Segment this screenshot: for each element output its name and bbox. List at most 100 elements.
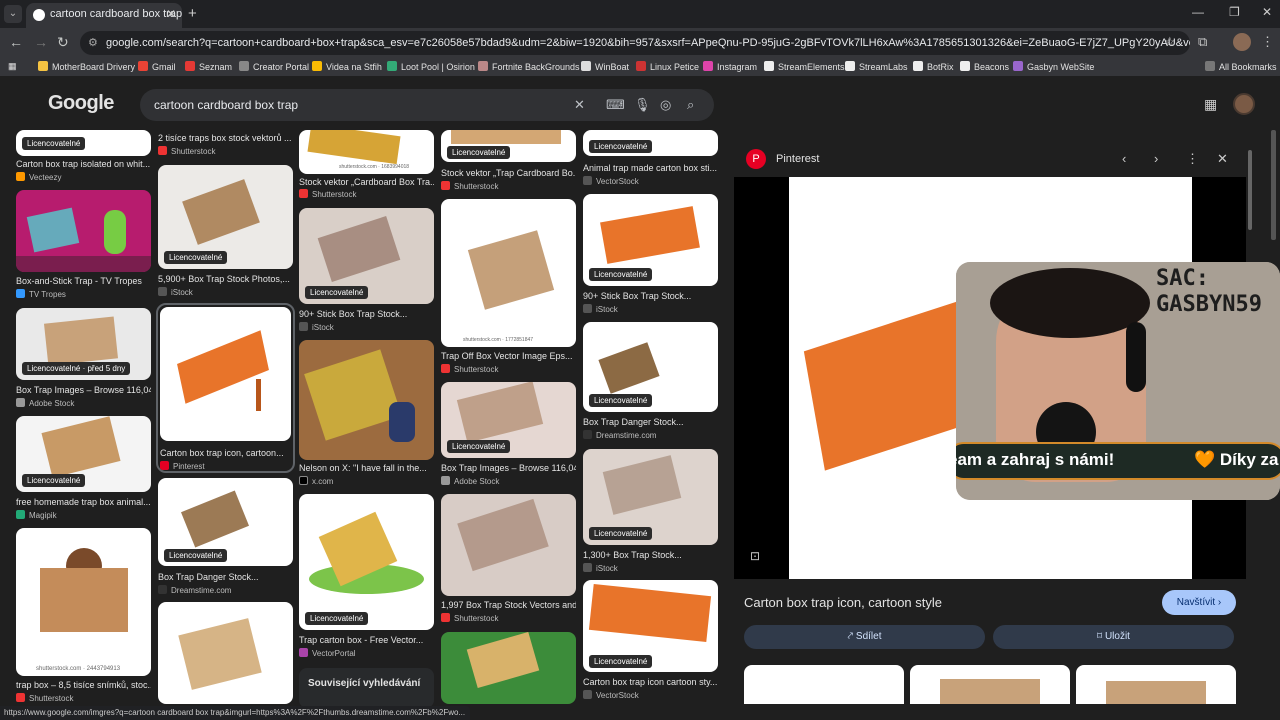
bookmark-item[interactable]: Seznam: [185, 61, 232, 72]
bookmark-item[interactable]: Loot Pool | Osirion: [387, 61, 475, 72]
visit-button[interactable]: Navštívit ›: [1162, 590, 1236, 615]
image-card[interactable]: Licencovatelné Box Trap Danger Stock... …: [583, 322, 718, 442]
back-icon[interactable]: ←: [9, 34, 23, 50]
keyboard-icon[interactable]: ⌨: [606, 89, 625, 121]
save-button[interactable]: ⌑ Uložit: [993, 625, 1234, 649]
related-image[interactable]: [1076, 665, 1236, 704]
related-image[interactable]: [744, 665, 904, 704]
license-badge: Licencovatelné: [589, 140, 653, 153]
search-icon[interactable]: ⌕: [687, 89, 694, 121]
profile-avatar[interactable]: [1233, 33, 1251, 51]
image-title: Nelson on X: "I have fall in the...: [299, 463, 427, 473]
page-scrollbar[interactable]: [1271, 130, 1276, 240]
bookmark-item[interactable]: Linux Petice: [636, 61, 699, 72]
bookmark-item[interactable]: BotRix: [913, 61, 954, 72]
image-card[interactable]: Nelson on X: "I have fall in the... x.co…: [299, 340, 434, 488]
bookmark-item[interactable]: Gmail: [138, 61, 176, 72]
reload-icon[interactable]: ↻: [57, 34, 69, 51]
image-title: 5,900+ Box Trap Stock Photos,...: [158, 274, 290, 284]
related-searches[interactable]: Související vyhledávání: [299, 668, 434, 708]
image-card[interactable]: Licencovatelné Box Trap Danger Stock... …: [158, 478, 293, 596]
panel-source[interactable]: Pinterest: [776, 153, 819, 165]
image-card[interactable]: Licencovatelné 90+ Stick Box Trap Stock.…: [583, 194, 718, 316]
bookmark-item[interactable]: StreamLabs: [845, 61, 908, 72]
image-card[interactable]: Licencovatelné 1,300+ Box Trap Stock... …: [583, 449, 718, 573]
lens-icon[interactable]: ◎: [660, 89, 671, 121]
image-card[interactable]: Licencovatelné Carton box trap isolated …: [16, 130, 151, 185]
image-card[interactable]: [158, 602, 293, 704]
bookmark-star-icon[interactable]: ☆: [1164, 34, 1176, 50]
new-tab-button[interactable]: +: [188, 5, 197, 22]
tab-title: cartoon cardboard box trap - Hl: [50, 8, 182, 20]
image-title: 90+ Stick Box Trap Stock...: [299, 309, 408, 319]
image-card[interactable]: Box-and-Stick Trap - TV Tropes TV Tropes: [16, 190, 151, 302]
image-card[interactable]: Licencovatelné 5,900+ Box Trap Stock Pho…: [158, 165, 293, 299]
bookmark-item[interactable]: Fortnite BackGrounds: [478, 61, 580, 72]
bookmark-item[interactable]: Creator Portal: [239, 61, 309, 72]
bookmark-item[interactable]: Gasbyn WebSite: [1013, 61, 1094, 72]
browser-tab[interactable]: cartoon cardboard box trap - Hl ✕: [26, 3, 182, 28]
previous-icon[interactable]: ‹: [1122, 151, 1126, 166]
bookmark-item[interactable]: Videa na Stfih: [312, 61, 382, 72]
minimize-icon[interactable]: —: [1192, 5, 1204, 19]
image-source: Shutterstock: [441, 613, 498, 623]
image-card[interactable]: shutterstock.com · 2443794913 trap box –…: [16, 528, 151, 704]
tab-search-button[interactable]: ⌄: [4, 5, 22, 23]
bookmark-item[interactable]: WinBoat: [581, 61, 629, 72]
share-button[interactable]: ⤤ Sdílet: [744, 625, 985, 649]
image-card[interactable]: Licencovatelné Trap carton box - Free Ve…: [299, 494, 434, 658]
apps-grid-icon[interactable]: ▦: [8, 61, 17, 72]
image-card[interactable]: [441, 632, 576, 704]
all-bookmarks[interactable]: All Bookmarks: [1205, 61, 1277, 72]
image-card[interactable]: shutterstock.com · 1772851847 Trap Off B…: [441, 199, 576, 375]
bookmark-item[interactable]: Beacons: [960, 61, 1009, 72]
image-title: free homemade trap box animal...: [16, 497, 151, 507]
maximize-icon[interactable]: ❐: [1229, 5, 1240, 19]
image-source: iStock: [583, 563, 618, 573]
image-card[interactable]: 1,997 Box Trap Stock Vectors and... Shut…: [441, 494, 576, 624]
google-apps-icon[interactable]: ▦: [1204, 96, 1217, 113]
image-card[interactable]: Licencovatelné 90+ Stick Box Trap Stock.…: [299, 208, 434, 334]
license-badge: Licencovatelné: [589, 655, 653, 668]
image-card[interactable]: shutterstock.com · 1683994018 Stock vekt…: [299, 130, 434, 202]
close-tab-icon[interactable]: ✕: [166, 3, 176, 26]
more-options-icon[interactable]: ⋮: [1186, 151, 1199, 167]
image-source: Adobe Stock: [441, 476, 499, 486]
menu-icon[interactable]: ⋮: [1261, 34, 1274, 50]
watermark: shutterstock.com · 1683994018: [339, 164, 410, 170]
panel-scrollbar[interactable]: [1248, 150, 1252, 230]
image-thumbnail: [441, 632, 576, 704]
next-icon[interactable]: ›: [1154, 151, 1158, 166]
image-source: Vecteezy: [16, 172, 61, 182]
close-panel-icon[interactable]: ✕: [1217, 151, 1228, 167]
image-card[interactable]: Licencovatelné · před 5 dny Box Trap Ima…: [16, 308, 151, 410]
search-input[interactable]: cartoon cardboard box trap ✕ ⌨ 🎙 ◎ ⌕: [140, 89, 714, 121]
clear-icon[interactable]: ✕: [574, 89, 585, 121]
site-info-icon[interactable]: ⚙: [88, 31, 98, 55]
extensions-icon[interactable]: ⧉: [1198, 34, 1207, 50]
google-logo[interactable]: Google: [48, 92, 114, 115]
image-card[interactable]: Licencovatelné Animal trap made carton b…: [583, 130, 718, 188]
mic-icon[interactable]: 🎙: [634, 89, 651, 121]
license-badge: Licencovatelné: [589, 527, 653, 540]
related-image[interactable]: [910, 665, 1070, 704]
image-card[interactable]: Licencovatelné free homemade trap box an…: [16, 416, 151, 522]
url-input[interactable]: ⚙ google.com/search?q=cartoon+cardboard+…: [80, 31, 1190, 55]
google-header: Google cartoon cardboard box trap ✕ ⌨ 🎙 …: [0, 76, 1280, 130]
google-favicon-icon: [33, 9, 45, 21]
image-card[interactable]: Licencovatelné Box Trap Images – Browse …: [441, 382, 576, 488]
bookmark-item[interactable]: StreamElements: [764, 61, 845, 72]
bookmark-item[interactable]: Instagram: [703, 61, 757, 72]
avatar[interactable]: [1233, 93, 1255, 115]
ticker-text: eam a zahraj s námi!: [956, 450, 1115, 469]
selected-image-card[interactable]: Carton box trap icon, cartoon... Pintere…: [156, 303, 295, 473]
forward-icon[interactable]: →: [34, 34, 48, 50]
image-card[interactable]: 2 tisíce traps box stock vektorů ... Shu…: [158, 130, 293, 160]
image-source: VectorStock: [583, 690, 639, 700]
lens-search-icon[interactable]: ⊡: [750, 549, 760, 563]
image-card[interactable]: Licencovatelné Carton box trap icon cart…: [583, 580, 718, 702]
image-card[interactable]: Licencovatelné Stock vektor „Trap Cardbo…: [441, 130, 576, 192]
bookmark-item[interactable]: MotherBoard Drivery: [38, 61, 135, 72]
close-window-icon[interactable]: ✕: [1262, 5, 1272, 19]
image-source: iStock: [158, 287, 193, 297]
